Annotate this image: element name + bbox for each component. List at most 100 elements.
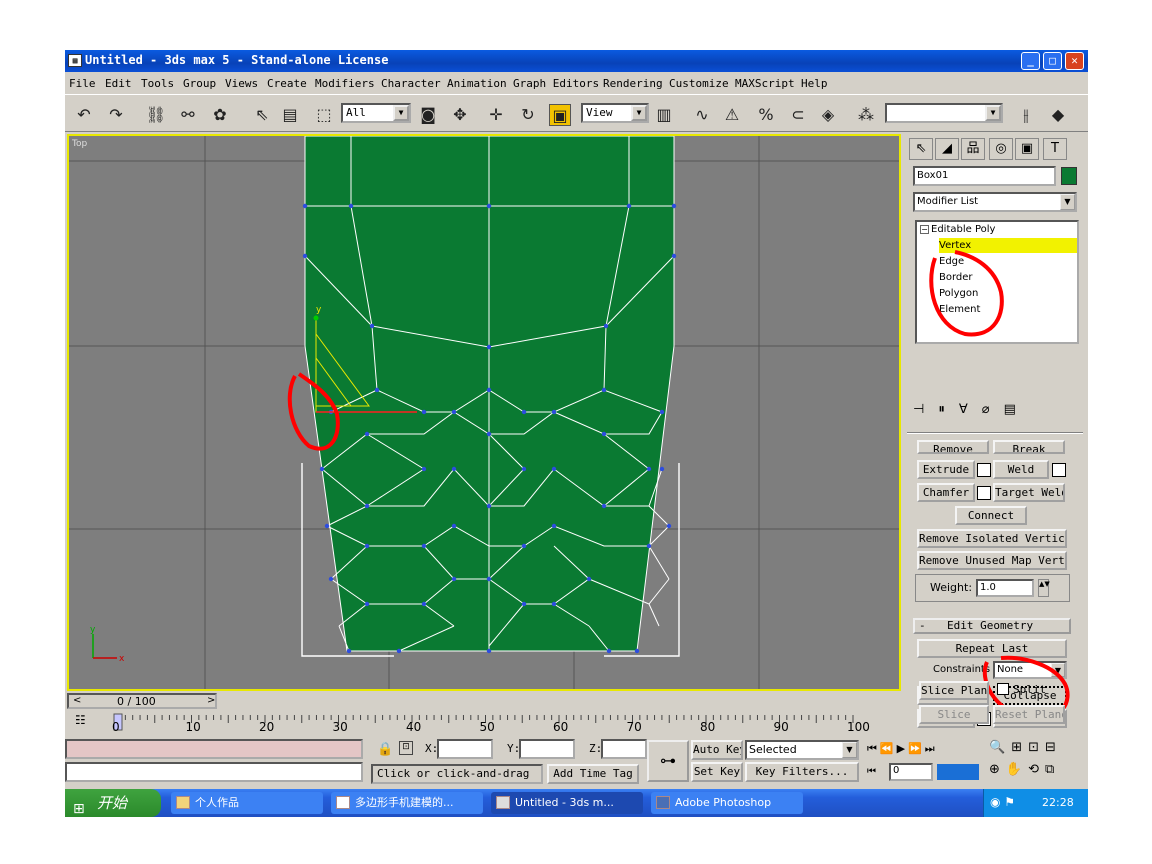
move-icon[interactable]: ✛: [485, 104, 507, 126]
chamfer-button[interactable]: Chamfer: [917, 483, 975, 502]
play-icon[interactable]: ▶: [897, 742, 908, 755]
maximize-button[interactable]: □: [1043, 52, 1062, 70]
split-checkbox[interactable]: [997, 683, 1009, 695]
curve-editor-icon[interactable]: ☷: [75, 713, 95, 733]
menu-file[interactable]: File: [69, 77, 96, 90]
zoom-extents-icon[interactable]: ⊡: [1028, 740, 1045, 755]
stack-item-edge[interactable]: Edge: [939, 254, 1077, 269]
connect-button[interactable]: Connect: [955, 506, 1027, 525]
menu-maxscript[interactable]: MAXScript: [735, 77, 795, 90]
remove-modifier-icon[interactable]: ⌀: [982, 402, 1004, 417]
stack-item-editable-poly[interactable]: Editable Poly: [931, 222, 1069, 237]
zoom-all-icon[interactable]: ⊞: [1011, 740, 1028, 755]
pivot-icon[interactable]: ▥: [653, 104, 675, 126]
menu-tools[interactable]: Tools: [141, 77, 174, 90]
menu-group[interactable]: Group: [183, 77, 216, 90]
next-frame-icon[interactable]: >: [207, 695, 215, 706]
target-weld-button[interactable]: Target Weld: [993, 483, 1065, 502]
menu-rendering[interactable]: Rendering: [603, 77, 663, 90]
weight-spinner-icon[interactable]: ▲▼: [1038, 579, 1050, 597]
key-filters-button[interactable]: Key Filters...: [745, 762, 859, 782]
named-selection-icon[interactable]: ◈: [817, 104, 839, 126]
select-arrow-icon[interactable]: ⇖: [251, 104, 273, 126]
menu-create[interactable]: Create: [267, 77, 307, 90]
remove-button[interactable]: Remove: [917, 440, 989, 454]
time-slider[interactable]: < 0 / 100 >: [67, 693, 217, 709]
percent-snap-icon[interactable]: %: [755, 104, 777, 126]
time-config-icon[interactable]: [937, 764, 979, 780]
constraints-dropdown[interactable]: None ▼: [993, 661, 1067, 679]
start-button[interactable]: ⊞ 开始: [65, 789, 161, 817]
extrude-button[interactable]: Extrude: [917, 460, 975, 479]
utilities-tab-icon[interactable]: T: [1043, 138, 1067, 160]
add-time-tag-button[interactable]: Add Time Tag: [547, 764, 639, 784]
modify-tab-icon[interactable]: ◢: [935, 138, 959, 160]
x-coordinate-field[interactable]: [437, 739, 493, 759]
reset-plane-button[interactable]: Reset Plane: [993, 705, 1065, 724]
menu-animation[interactable]: Animation: [447, 77, 507, 90]
make-unique-icon[interactable]: ∀: [959, 402, 982, 417]
named-selection-dropdown[interactable]: ▼: [885, 103, 1003, 123]
y-coordinate-field[interactable]: [519, 739, 575, 759]
pin-stack-icon[interactable]: ⊣: [913, 402, 938, 417]
title-bar[interactable]: ▦ Untitled - 3ds max 5 - Stand-alone Lic…: [65, 50, 1088, 72]
pan-icon[interactable]: ✋: [1006, 762, 1028, 777]
menu-help[interactable]: Help: [801, 77, 828, 90]
weight-input[interactable]: 1.0: [976, 579, 1034, 597]
stack-item-element[interactable]: Element: [939, 302, 1077, 317]
redo-icon[interactable]: ↷: [105, 104, 127, 126]
hierarchy-tab-icon[interactable]: 品: [961, 138, 985, 160]
key-mode-icon[interactable]: ⏮: [867, 766, 876, 777]
minimize-button[interactable]: _: [1021, 52, 1040, 70]
menu-graph-editors[interactable]: Graph Editors: [513, 77, 599, 90]
expand-icon[interactable]: −: [920, 225, 929, 234]
show-end-result-icon[interactable]: ⏸: [938, 402, 959, 417]
bind-spacewarp-icon[interactable]: ✿: [209, 104, 231, 126]
object-color-swatch[interactable]: [1061, 167, 1077, 185]
slice-plane-button[interactable]: Slice Plane: [919, 681, 989, 700]
ref-coord-dropdown[interactable]: View ▼: [581, 103, 649, 123]
menu-character[interactable]: Character: [381, 77, 441, 90]
maxscript-listener[interactable]: [65, 739, 363, 759]
arc-rotate-icon[interactable]: ⟲: [1028, 762, 1045, 777]
tray-icons[interactable]: ◉ ⚑: [990, 795, 1015, 809]
goto-end-icon[interactable]: ⏭: [925, 742, 938, 755]
task-3dsmax[interactable]: Untitled - 3ds m...: [491, 792, 643, 814]
menu-views[interactable]: Views: [225, 77, 258, 90]
snap-3d-icon[interactable]: ∿: [691, 104, 713, 126]
lock-icon[interactable]: 🔒: [377, 742, 393, 757]
break-button[interactable]: Break: [993, 440, 1065, 454]
menu-customize[interactable]: Customize: [669, 77, 729, 90]
z-coordinate-field[interactable]: [601, 739, 647, 759]
viewport-canvas[interactable]: y y x: [69, 136, 899, 689]
rotate-icon[interactable]: ↻: [517, 104, 539, 126]
maxscript-input[interactable]: [65, 762, 363, 782]
mirror-icon[interactable]: ⫲: [1015, 104, 1037, 126]
create-tab-icon[interactable]: ⇖: [909, 138, 933, 160]
task-photoshop[interactable]: Adobe Photoshop: [651, 792, 803, 814]
display-tab-icon[interactable]: ▣: [1015, 138, 1039, 160]
set-key-button[interactable]: Set Key: [691, 762, 743, 782]
menu-modifiers[interactable]: Modifiers: [315, 77, 375, 90]
zoom-icon[interactable]: 🔍: [989, 740, 1011, 755]
window-crossing-icon[interactable]: ◙: [417, 104, 439, 126]
select-move-icon[interactable]: ✥: [449, 104, 471, 126]
region-select-icon[interactable]: ⬚: [313, 104, 335, 126]
select-link-icon[interactable]: ⛓: [145, 104, 167, 126]
align-icon[interactable]: ◆: [1047, 104, 1069, 126]
scale-icon[interactable]: ▣: [549, 104, 571, 126]
configure-sets-icon[interactable]: ▤: [1004, 402, 1030, 417]
repeat-last-button[interactable]: Repeat Last: [917, 639, 1067, 658]
task-browser[interactable]: 多边形手机建模的...: [331, 792, 483, 814]
object-name-field[interactable]: Box01: [913, 166, 1056, 186]
menu-edit[interactable]: Edit: [105, 77, 132, 90]
prev-frame-icon[interactable]: <: [73, 695, 81, 706]
weld-settings-icon[interactable]: [1052, 463, 1066, 477]
slice-button[interactable]: Slice: [919, 705, 989, 724]
next-key-icon[interactable]: ⏩: [908, 742, 925, 755]
key-icon[interactable]: ⊶: [647, 740, 689, 782]
task-folder[interactable]: 个人作品: [171, 792, 323, 814]
close-button[interactable]: ✕: [1065, 52, 1084, 70]
extrude-settings-icon[interactable]: [977, 463, 991, 477]
motion-tab-icon[interactable]: ◎: [989, 138, 1013, 160]
